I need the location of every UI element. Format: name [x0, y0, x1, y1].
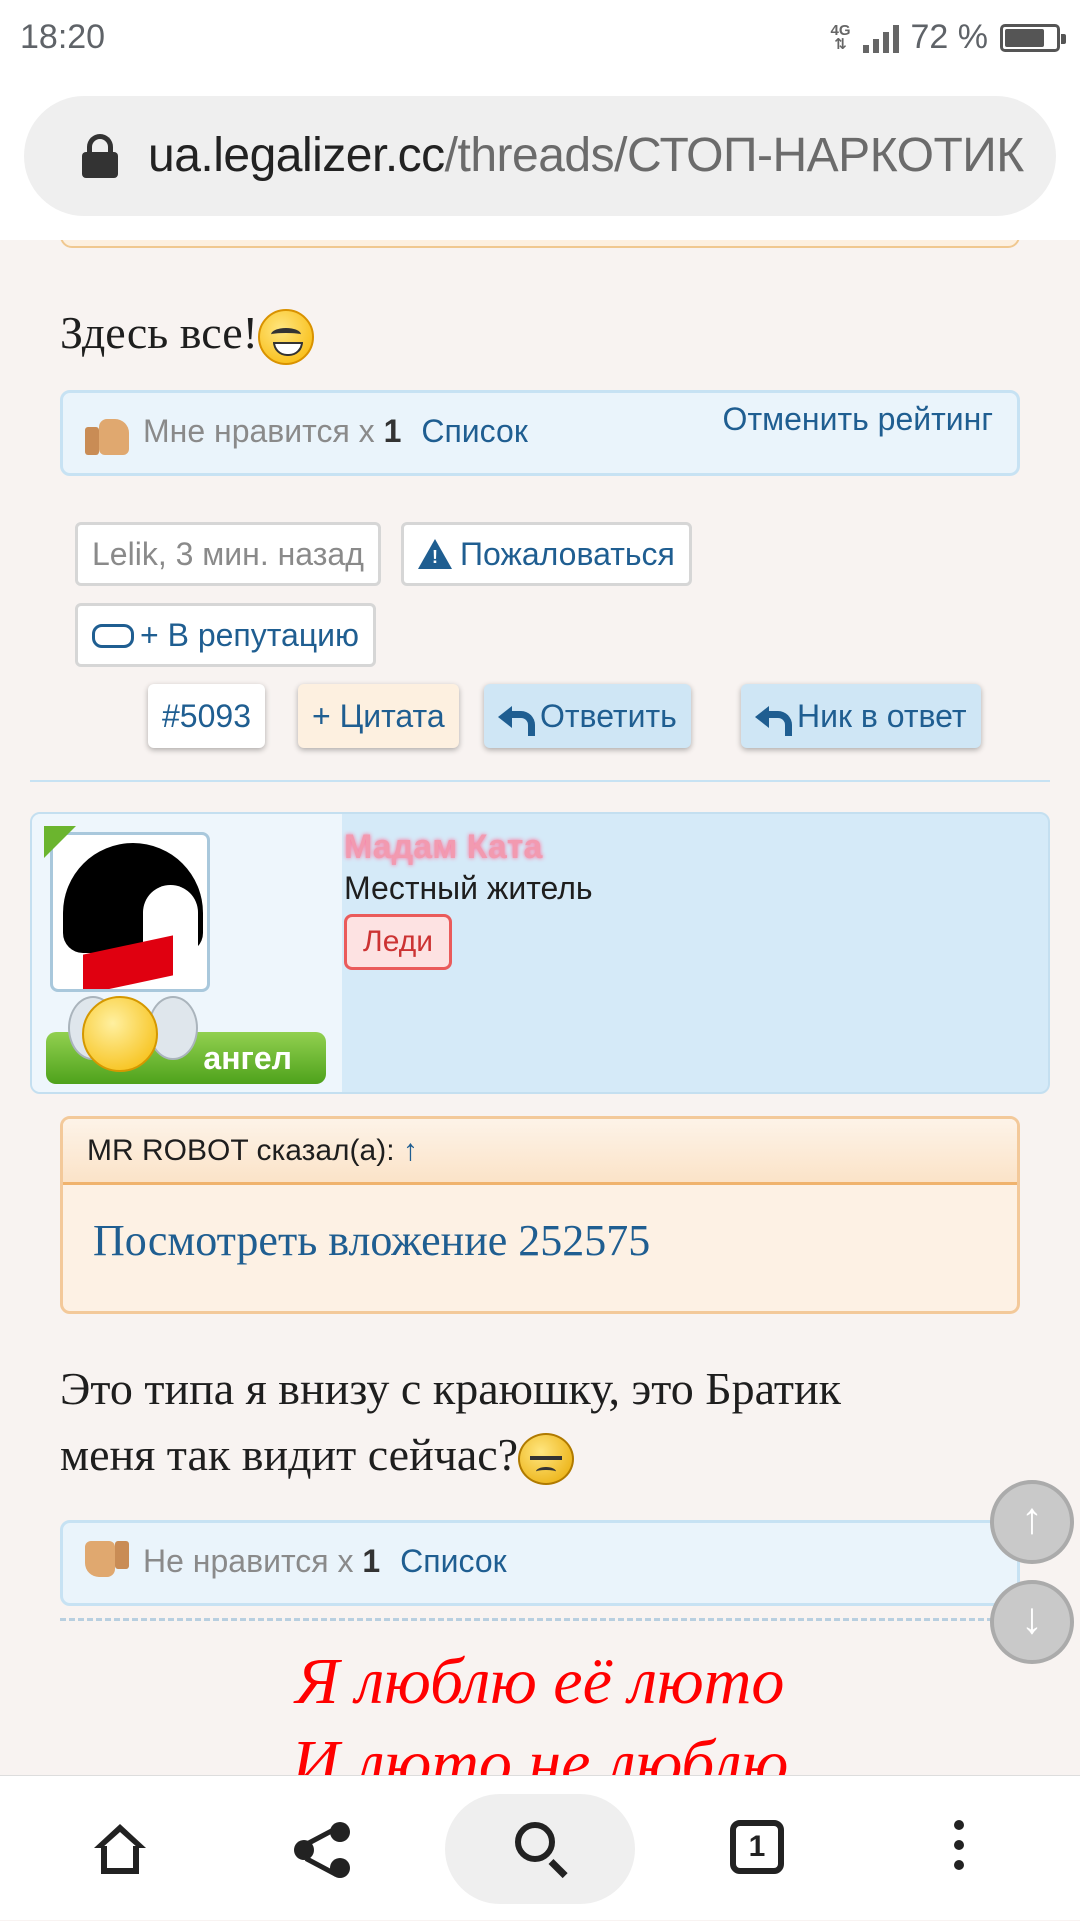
- report-button[interactable]: ! Пожаловаться: [401, 522, 692, 586]
- arrow-up-icon: ↑: [1021, 1494, 1043, 1543]
- url-domain: ua.legalizer.cc: [148, 129, 445, 182]
- home-button[interactable]: [50, 1776, 190, 1921]
- quote-header: MR ROBOT сказал(а): ↑: [63, 1119, 1017, 1185]
- lock-icon[interactable]: [80, 134, 120, 178]
- username-link[interactable]: Мадам Ката: [344, 828, 542, 867]
- grin-smiley-icon: [257, 309, 314, 366]
- dislikes-label: Не нравится x: [143, 1543, 354, 1579]
- post-number-button[interactable]: #5093: [148, 684, 265, 748]
- jump-to-quote-link[interactable]: ↑: [403, 1134, 418, 1167]
- dislikes-list-link[interactable]: Список: [400, 1543, 506, 1579]
- angry-smiley-icon: [518, 1433, 575, 1486]
- unrate-link[interactable]: Отменить рейтинг: [723, 401, 993, 438]
- signature-line: И люто не люблю: [291, 1727, 789, 1775]
- status-bar: 18:20 4G ⇅ 72 %: [0, 0, 1080, 76]
- thumbs-up-icon: [85, 411, 129, 455]
- dislikes-bar: Не нравится x 1 Список: [60, 1520, 1020, 1606]
- author-time-button[interactable]: Lelik, 3 мин. назад: [75, 522, 381, 586]
- tabs-button[interactable]: 1: [690, 1776, 830, 1921]
- status-time: 18:20: [20, 18, 106, 56]
- signature-divider: [60, 1618, 1020, 1621]
- likes-bar: Мне нравится x 1 Список Отменить рейтинг: [60, 390, 1020, 476]
- angel-smiley-icon: [82, 996, 158, 1072]
- online-indicator: [44, 826, 76, 858]
- post-message: Здесь все!: [60, 300, 314, 366]
- post-message: Это типа я внизу с краюшку, это Братик ме…: [60, 1356, 841, 1488]
- scroll-down-button[interactable]: ↓: [990, 1580, 1074, 1664]
- likes-list-link[interactable]: Список: [421, 413, 527, 449]
- browser-toolbar: ua.legalizer.cc/threads/СТОП-НАРКОТИК: [0, 76, 1080, 240]
- more-vert-icon: [954, 1820, 964, 1880]
- reply-button[interactable]: Ответить: [484, 684, 691, 748]
- scroll-up-button[interactable]: ↑: [990, 1480, 1074, 1564]
- address-bar[interactable]: ua.legalizer.cc/threads/СТОП-НАРКОТИК: [24, 96, 1056, 216]
- attachment-link[interactable]: Посмотреть вложение 252575: [93, 1215, 650, 1266]
- thumbs-down-icon: [85, 1541, 129, 1585]
- url-text[interactable]: ua.legalizer.cc/threads/СТОП-НАРКОТИК: [148, 128, 1024, 183]
- reputation-button[interactable]: + В репутацию: [75, 603, 377, 667]
- home-icon: [94, 1824, 146, 1874]
- url-path: /threads/СТОП-НАРКОТИК: [444, 129, 1025, 182]
- battery-percent: 72 %: [910, 18, 989, 56]
- dislikes-count: 1: [362, 1543, 381, 1579]
- search-button[interactable]: [445, 1794, 635, 1904]
- handshake-icon: [92, 624, 134, 648]
- quote-block: MR ROBOT сказал(а): ↑ Посмотреть вложени…: [60, 1116, 1020, 1314]
- nick-reply-button[interactable]: Ник в ответ: [741, 684, 981, 748]
- user-badge: Леди: [344, 914, 452, 970]
- share-icon: [294, 1822, 350, 1878]
- page-content: Здесь все! Мне нравится x 1 Список Отмени…: [0, 240, 1080, 1775]
- reply-arrow-icon: [498, 705, 535, 736]
- signature-line: Я люблю её люто: [295, 1645, 785, 1718]
- warning-icon: !: [418, 539, 452, 569]
- quote-button[interactable]: + Цитата: [298, 684, 459, 748]
- bottom-navigation: 1: [0, 1775, 1080, 1920]
- tabs-count: 1: [730, 1820, 784, 1874]
- likes-label: Мне нравится x: [143, 413, 375, 449]
- user-title: Местный житель: [344, 870, 593, 906]
- user-info-panel: ангел Мадам Ката Местный житель Леди: [30, 812, 1050, 1094]
- previous-block-edge: [60, 240, 1020, 248]
- signal-icon: [862, 23, 899, 53]
- menu-button[interactable]: [890, 1776, 1030, 1921]
- post-divider: [30, 780, 1050, 782]
- share-button[interactable]: [250, 1776, 390, 1921]
- likes-count: 1: [383, 413, 402, 449]
- search-icon: [515, 1822, 555, 1862]
- reply-arrow-icon: [755, 705, 792, 736]
- battery-icon: [1000, 23, 1066, 52]
- network-icon: 4G ⇅: [830, 21, 851, 53]
- arrow-down-icon: ↓: [1021, 1594, 1043, 1643]
